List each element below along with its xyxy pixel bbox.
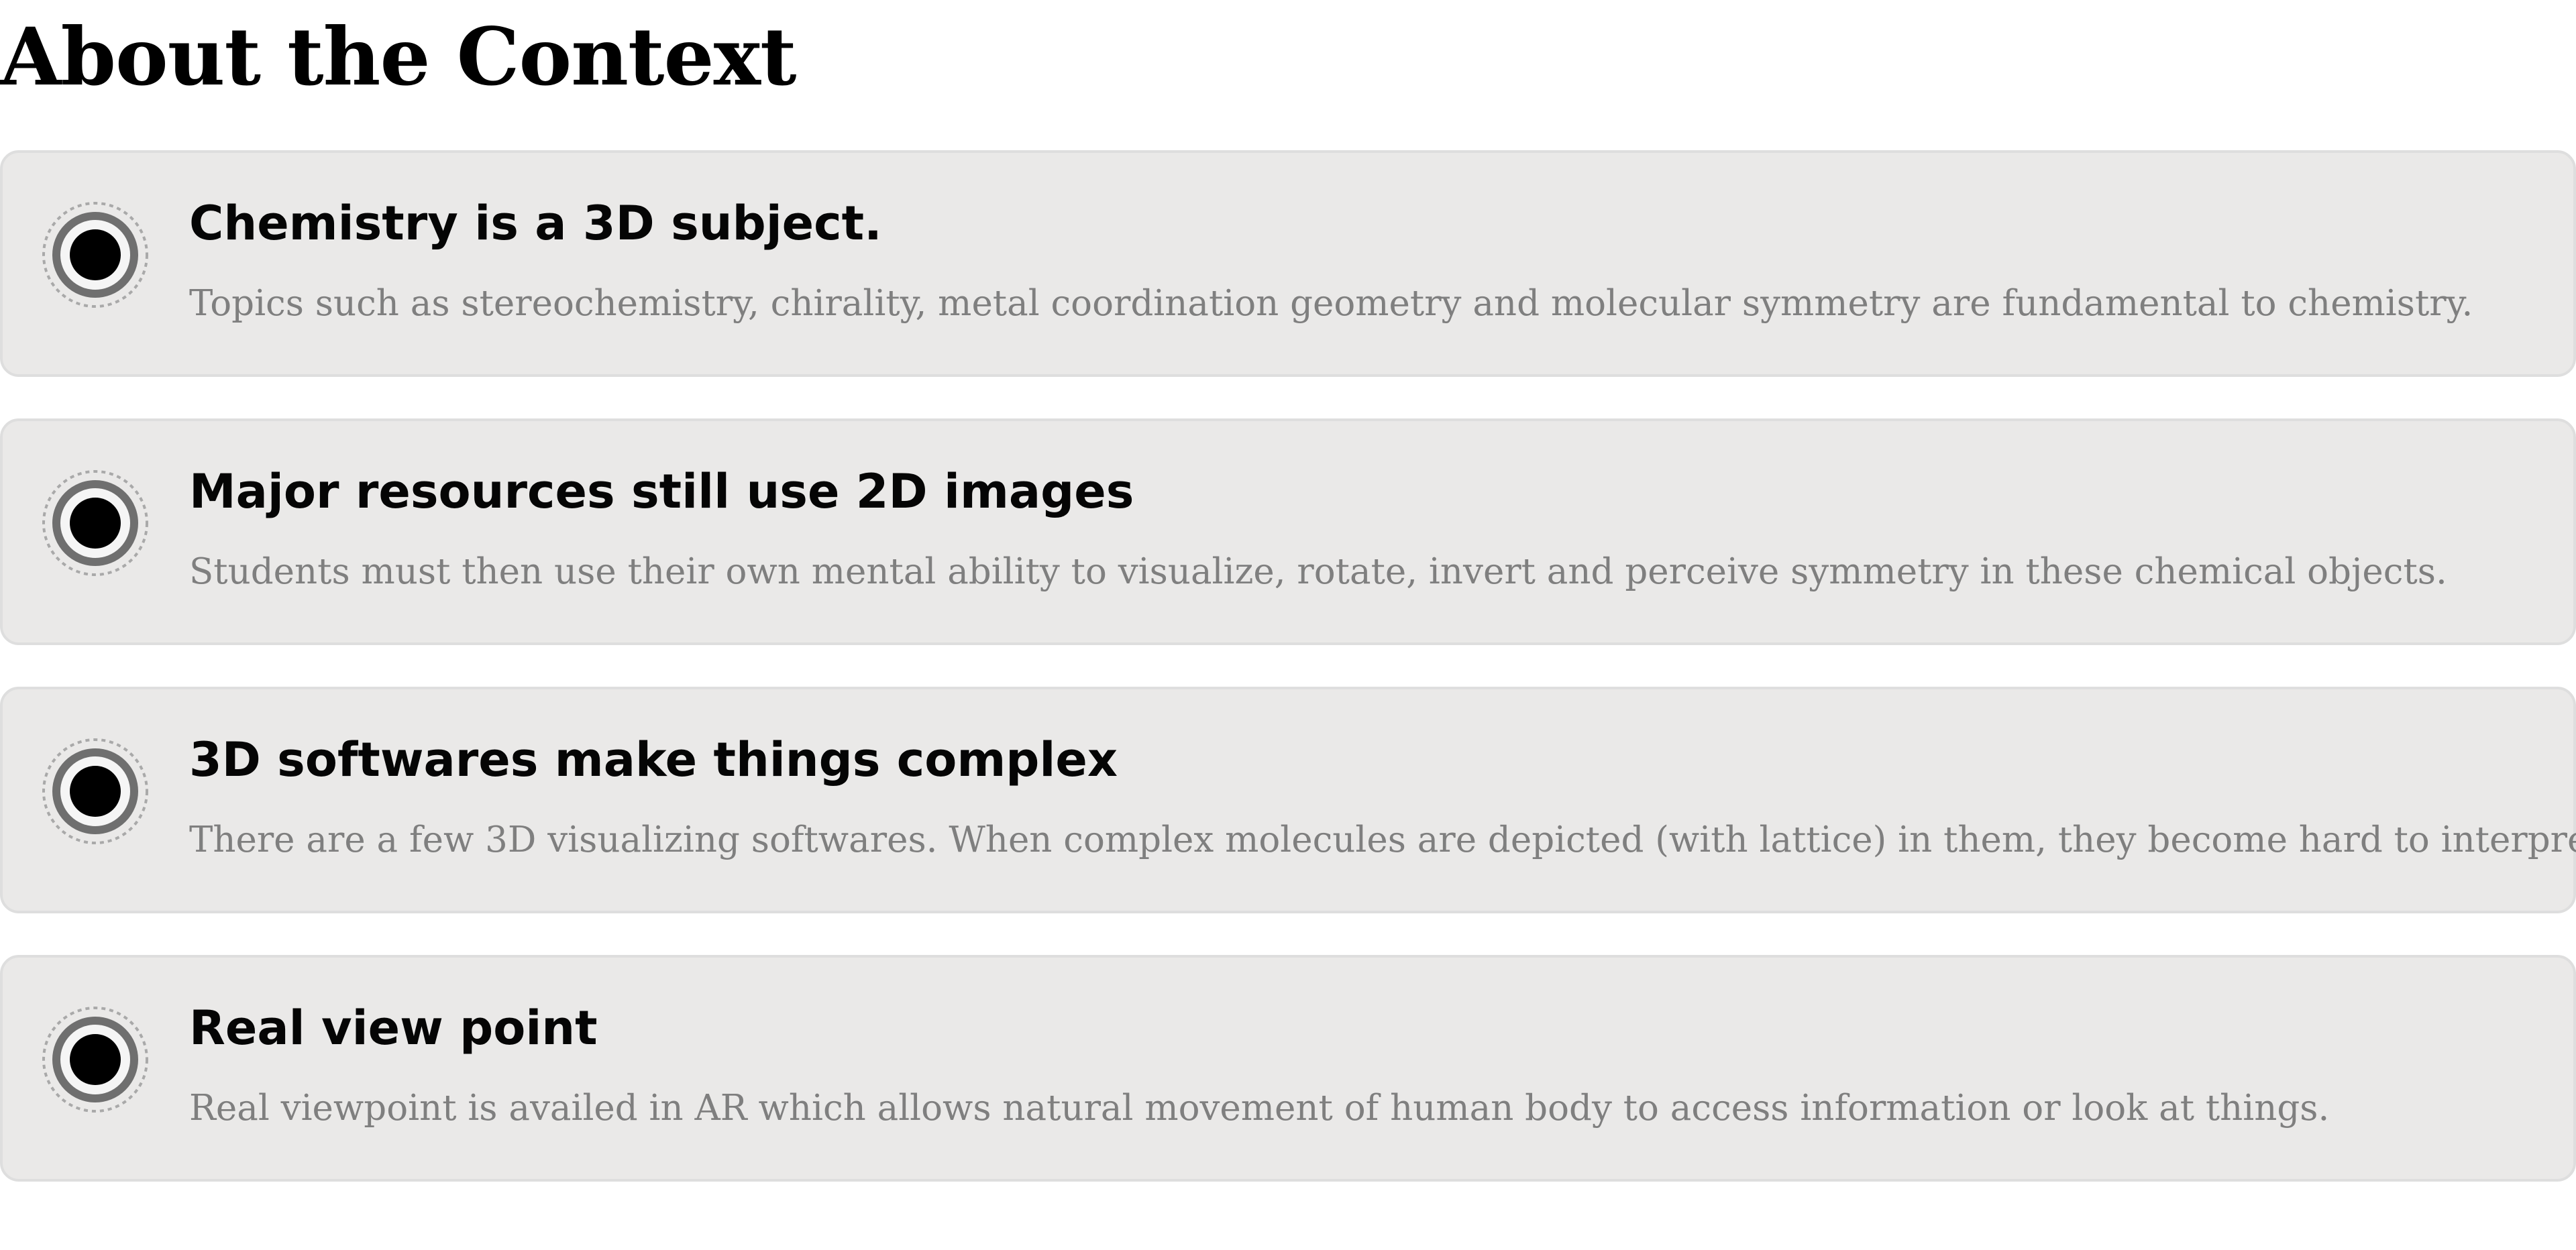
context-card-list: Chemistry is a 3D subject. Topics such a… <box>0 150 2576 1223</box>
card-description: Real viewpoint is availed in AR which al… <box>189 1088 2330 1129</box>
target-icon <box>42 738 149 845</box>
target-icon <box>42 469 149 577</box>
card-description: Topics such as stereochemistry, chiralit… <box>189 283 2473 324</box>
card-description: Students must then use their own mental … <box>189 551 2447 592</box>
card-heading: Major resources still use 2D images <box>189 464 1134 519</box>
card-heading: Chemistry is a 3D subject. <box>189 196 882 251</box>
context-card-2d-resources: Major resources still use 2D images Stud… <box>0 418 2576 645</box>
card-heading: Real view point <box>189 1001 598 1056</box>
context-card-stereochemistry: Chemistry is a 3D subject. Topics such a… <box>0 150 2576 377</box>
page-title: About the Context <box>0 10 796 103</box>
target-icon <box>42 201 149 308</box>
context-card-real-viewpoint: Real view point Real viewpoint is availe… <box>0 955 2576 1182</box>
target-icon <box>42 1006 149 1113</box>
context-card-3d-software: 3D softwares make things complex There a… <box>0 687 2576 913</box>
about-context-page: About the Context Chemistry is a 3D subj… <box>0 0 2576 1250</box>
card-description: There are a few 3D visualizing softwares… <box>189 819 2576 860</box>
card-heading: 3D softwares make things complex <box>189 732 1118 787</box>
